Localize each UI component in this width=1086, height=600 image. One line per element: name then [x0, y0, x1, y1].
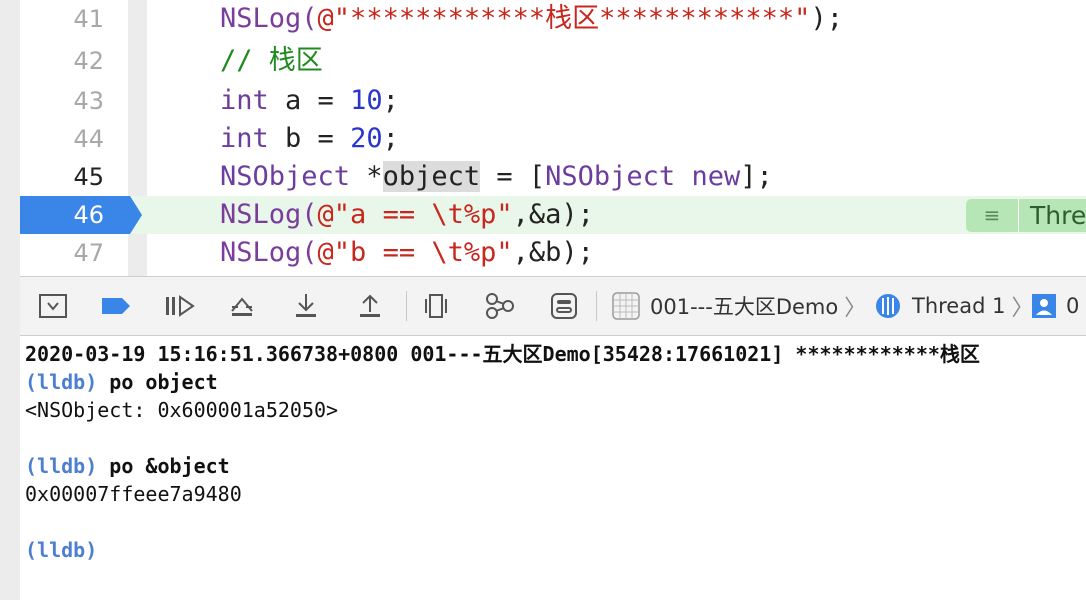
frame-person-icon — [1030, 289, 1058, 323]
code-token: ); — [810, 3, 843, 34]
step-out-icon[interactable] — [352, 289, 388, 323]
console-line: (lldb) — [25, 536, 97, 564]
code-token: ; — [382, 85, 399, 116]
thread-icon — [872, 289, 904, 323]
code-line[interactable]: 45 NSObject *object = [NSObject new]; — [20, 158, 1086, 196]
lldb-prompt: (lldb) — [25, 538, 98, 562]
breadcrumb-thread[interactable]: Thread 1 〉 — [912, 289, 1039, 323]
step-into-icon[interactable] — [288, 289, 324, 323]
code-token: NSLog( — [220, 237, 318, 268]
lldb-prompt: (lldb) — [25, 454, 98, 478]
code-text: int b = 20; — [220, 120, 399, 158]
code-token: a = — [268, 85, 351, 116]
code-text: int a = 10; — [220, 82, 399, 120]
code-token: ,&b); — [512, 237, 594, 268]
code-line[interactable]: 42 // 栈区 — [20, 42, 1086, 80]
code-text: NSLog(@"a == \t%p",&a); — [220, 196, 594, 234]
left-sidebar-edge — [0, 0, 21, 600]
code-token: ]; — [740, 161, 773, 192]
thread-annotation-badge[interactable]: ≡ Thread 1: breakpoint 1.1 — [966, 199, 1086, 232]
breadcrumb-thread-label: Thread 1 — [912, 294, 1006, 318]
code-token: NSLog( — [220, 3, 318, 34]
breadcrumb-app[interactable]: 001---五大区Demo 〉 — [650, 289, 872, 323]
console-line: <NSObject: 0x600001a52050> — [25, 398, 339, 422]
app-target-icon — [608, 289, 644, 323]
code-token: b = — [268, 123, 351, 154]
code-line[interactable]: 41 NSLog(@"************栈区************"); — [20, 0, 1086, 38]
annotation-menu-icon[interactable]: ≡ — [966, 199, 1019, 232]
code-text: NSObject *object = [NSObject new]; — [220, 158, 773, 196]
line-number[interactable]: 47 — [20, 234, 104, 272]
line-number[interactable]: 45 — [20, 158, 104, 196]
debug-console[interactable]: 2020-03-19 15:16:51.366738+0800 001---五大… — [20, 336, 1086, 600]
code-token: NSLog( — [220, 199, 318, 230]
code-token: NSObject — [220, 161, 351, 192]
breadcrumb-frame[interactable]: 0 — [1066, 289, 1079, 323]
code-text: NSLog(@"************栈区************"); — [220, 0, 843, 38]
code-token: @"************栈区************" — [317, 3, 811, 34]
code-token: @"a == \t%p" — [317, 199, 513, 230]
console-line: 2020-03-19 15:16:51.366738+0800 001---五大… — [25, 342, 980, 366]
line-number[interactable]: 43 — [20, 82, 104, 120]
env-overrides-icon[interactable] — [546, 289, 582, 323]
line-number[interactable]: 41 — [20, 0, 104, 38]
code-token: object — [382, 161, 481, 192]
step-over-icon[interactable] — [224, 289, 260, 323]
code-token: @"b == \t%p" — [317, 237, 513, 268]
thread-annotation-label: Thread 1: breakpoint 1.1 — [1030, 201, 1086, 230]
code-token: NSObject — [545, 161, 676, 192]
code-token: new — [691, 161, 741, 192]
breakpoint-toggle-icon[interactable] — [98, 289, 134, 323]
chevron-right-icon: 〉 — [844, 296, 867, 321]
code-text: // 栈区 — [220, 42, 323, 80]
code-token: ,&a); — [512, 199, 594, 230]
console-line: (lldb) po object — [25, 368, 218, 396]
breadcrumb-app-label: 001---五大区Demo — [650, 295, 839, 319]
code-token: int — [220, 123, 269, 154]
memory-graph-icon[interactable] — [482, 289, 518, 323]
code-token: 10 — [350, 85, 383, 116]
line-number[interactable]: 42 — [20, 42, 104, 80]
continue-icon[interactable] — [162, 289, 198, 323]
toolbar-separator — [596, 291, 597, 321]
console-line: 0x00007ffeee7a9480 — [25, 482, 242, 506]
code-token: ; — [382, 123, 399, 154]
code-line[interactable]: 46 NSLog(@"a == \t%p",&a); — [20, 196, 1086, 234]
code-token: * — [350, 161, 383, 192]
code-token: // 栈区 — [220, 45, 323, 76]
code-line[interactable]: 43 int a = 10; — [20, 82, 1086, 120]
line-number[interactable]: 44 — [20, 120, 104, 158]
code-token: 20 — [350, 123, 383, 154]
breadcrumb-frame-label: 0 — [1066, 294, 1080, 318]
line-number[interactable]: 46 — [20, 196, 104, 234]
code-text: NSLog(@"b == \t%p",&b); — [220, 234, 594, 272]
code-editor[interactable]: 41 NSLog(@"************栈区************"); 4… — [20, 0, 1086, 276]
hide-console-icon[interactable] — [36, 289, 70, 323]
view-hierarchy-icon[interactable] — [418, 289, 454, 323]
toolbar-separator — [406, 291, 407, 321]
debug-toolbar: 001---五大区Demo 〉 Thread 1 〉 0 — [20, 276, 1086, 336]
code-token: = [ — [480, 161, 546, 192]
code-token: int — [220, 85, 269, 116]
code-line[interactable]: 47 NSLog(@"b == \t%p",&b); — [20, 234, 1086, 272]
code-line[interactable]: 44 int b = 20; — [20, 120, 1086, 158]
console-command: po object — [97, 370, 218, 394]
lldb-prompt: (lldb) — [25, 370, 98, 394]
console-command: po &object — [97, 454, 230, 478]
console-line: (lldb) po &object — [25, 452, 230, 480]
